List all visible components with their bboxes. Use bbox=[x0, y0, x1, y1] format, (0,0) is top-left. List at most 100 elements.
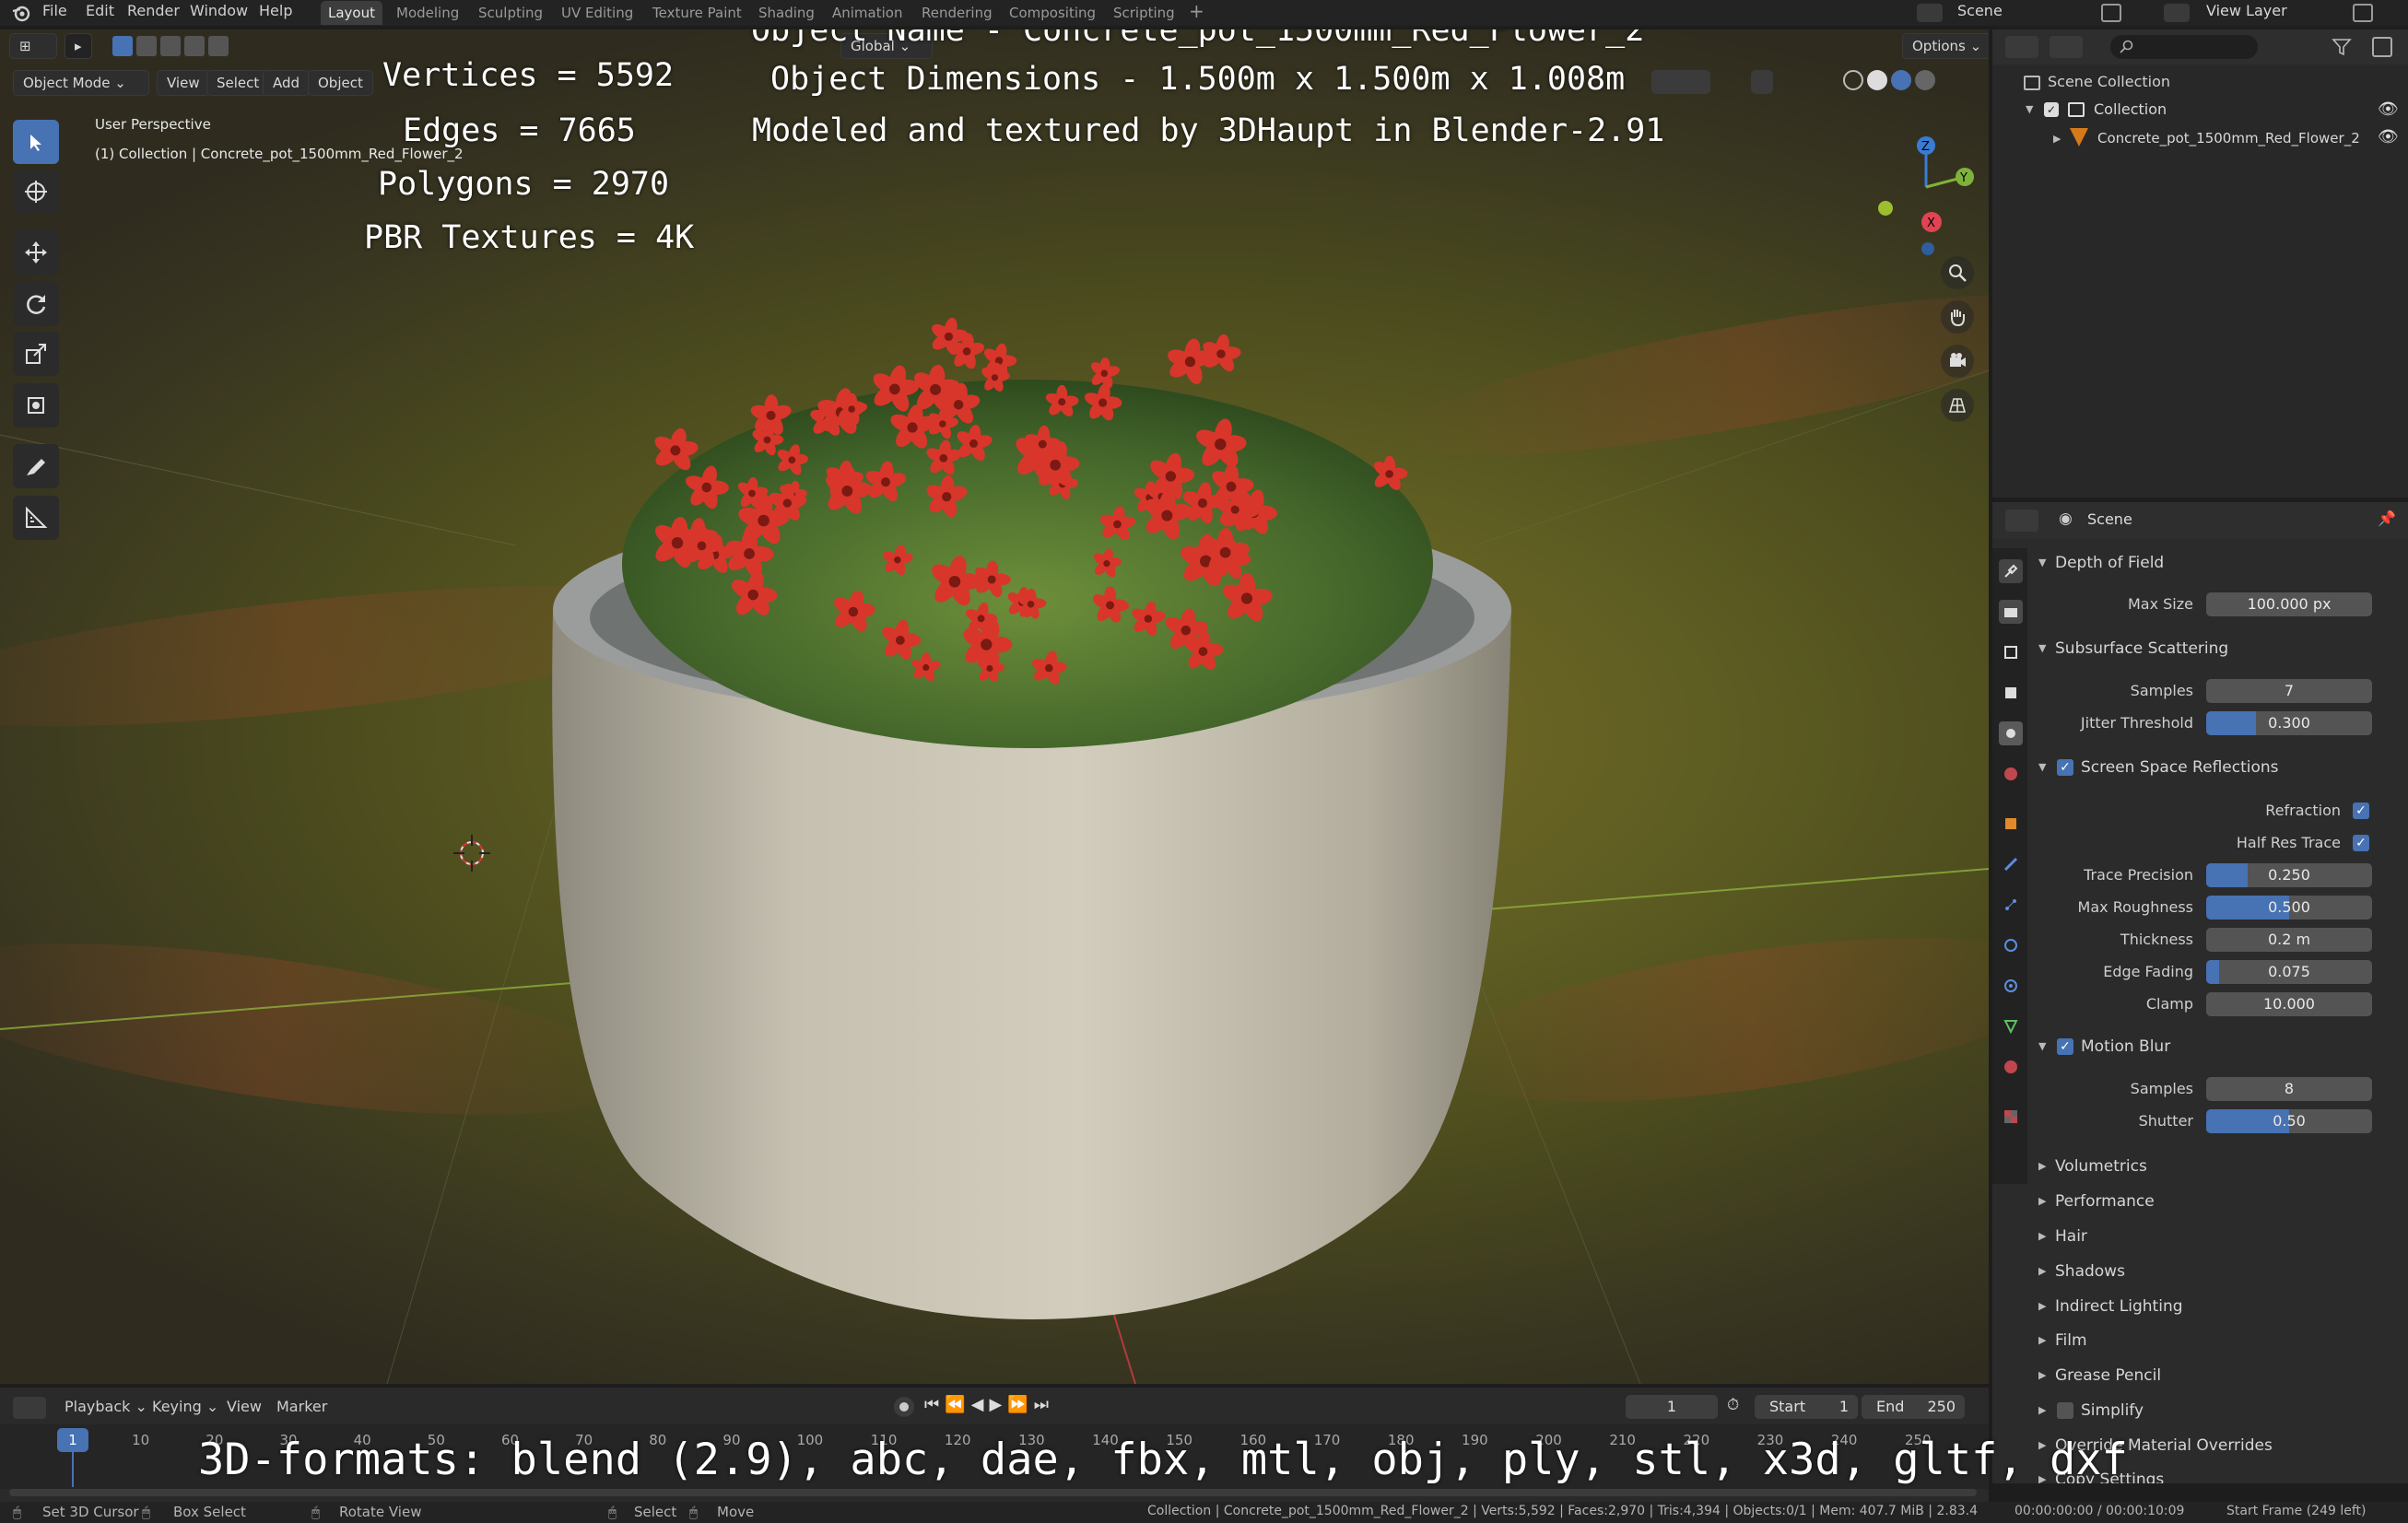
max-size-field[interactable]: 100.000 px bbox=[2206, 592, 2372, 616]
physics-tab-icon[interactable] bbox=[1999, 933, 2023, 957]
select-box-tool-icon[interactable] bbox=[13, 120, 59, 164]
section-screen-space-reflections[interactable]: ▼ ✓ Screen Space Reflections bbox=[2027, 751, 2408, 784]
edge-fading-slider[interactable]: 0.075 bbox=[2206, 960, 2372, 984]
tab-scripting[interactable]: Scripting bbox=[1106, 1, 1182, 25]
playback-controls[interactable]: ⏮⏪◀▶⏩⏭ bbox=[924, 1395, 1054, 1414]
stopwatch-icon[interactable]: ⏱ bbox=[1727, 1396, 1739, 1414]
section-hair[interactable]: ▶ Hair bbox=[2027, 1220, 2408, 1253]
filter-icon[interactable] bbox=[2332, 37, 2355, 57]
menu-view[interactable]: View bbox=[157, 70, 210, 96]
menu-object[interactable]: Object bbox=[308, 70, 373, 96]
view-layer-selector-icon[interactable] bbox=[2164, 4, 2190, 22]
shading-modes[interactable] bbox=[1843, 70, 1954, 94]
timeline-scrollbar[interactable] bbox=[9, 1489, 1977, 1496]
visibility-eye-icon[interactable]: 👁 bbox=[2378, 100, 2399, 119]
menu-help[interactable]: Help bbox=[259, 0, 292, 24]
outliner-search-input[interactable] bbox=[2110, 35, 2258, 59]
texture-tab-icon[interactable] bbox=[1999, 1105, 2023, 1129]
menu-marker[interactable]: Marker bbox=[276, 1398, 327, 1415]
cursor-tool-icon[interactable] bbox=[13, 170, 59, 214]
material-tab-icon[interactable] bbox=[1999, 1055, 2023, 1079]
timeline-editor-icon[interactable] bbox=[13, 1397, 46, 1419]
properties-editor-icon[interactable] bbox=[2005, 510, 2038, 532]
selection-modes[interactable] bbox=[112, 36, 229, 56]
view-layer-tab-icon[interactable] bbox=[1999, 681, 2023, 705]
tab-compositing[interactable]: Compositing bbox=[1002, 1, 1103, 25]
jitter-threshold-slider[interactable]: 0.300 bbox=[2206, 711, 2372, 735]
section-simplify[interactable]: ▶ Simplify bbox=[2027, 1394, 2408, 1427]
scene-selector-icon[interactable] bbox=[1917, 4, 1943, 22]
menu-add[interactable]: Add bbox=[263, 70, 311, 96]
tab-texture-paint[interactable]: Texture Paint bbox=[645, 1, 749, 25]
motion-blur-checkbox[interactable]: ✓ bbox=[2057, 1038, 2073, 1055]
measure-tool-icon[interactable] bbox=[13, 496, 59, 540]
editor-type-icon[interactable]: ⊞ bbox=[9, 33, 57, 59]
navigation-gizmo[interactable]: Z Y X bbox=[1862, 118, 1981, 256]
start-frame-field[interactable]: Start 1 bbox=[1755, 1395, 1858, 1419]
add-workspace-icon[interactable]: + bbox=[1189, 0, 1204, 24]
concrete-pot-model[interactable] bbox=[516, 260, 1539, 1329]
trace-precision-slider[interactable]: 0.250 bbox=[2206, 863, 2372, 887]
render-tab-icon[interactable] bbox=[1999, 600, 2023, 624]
menu-playback[interactable]: Playback ⌄ bbox=[65, 1398, 147, 1415]
3d-viewport[interactable]: ⊞ ▸ Object Mode ⌄ View Select Add Object… bbox=[0, 29, 1989, 1384]
gizmo-toggle-icon[interactable] bbox=[1651, 70, 1710, 94]
section-motion-blur[interactable]: ▼ ✓ Motion Blur bbox=[2027, 1030, 2408, 1063]
camera-view-icon[interactable] bbox=[1941, 345, 1974, 378]
scene-tab-icon[interactable] bbox=[1999, 721, 2023, 745]
max-roughness-slider[interactable]: 0.500 bbox=[2206, 896, 2372, 920]
pan-hand-icon[interactable] bbox=[1941, 300, 1974, 334]
thickness-field[interactable]: 0.2 m bbox=[2206, 928, 2372, 952]
tab-shading[interactable]: Shading bbox=[751, 1, 822, 25]
clamp-field[interactable]: 10.000 bbox=[2206, 992, 2372, 1016]
zoom-icon[interactable] bbox=[1941, 256, 1974, 289]
simplify-checkbox[interactable] bbox=[2057, 1402, 2073, 1419]
ssr-enable-checkbox[interactable]: ✓ bbox=[2057, 759, 2073, 776]
shutter-slider[interactable]: 0.50 bbox=[2206, 1109, 2372, 1133]
visibility-eye-icon[interactable]: 👁 bbox=[2378, 127, 2399, 146]
expand-arrow-icon[interactable]: ▶ bbox=[2053, 133, 2061, 145]
menu-timeline-view[interactable]: View bbox=[227, 1398, 262, 1415]
collection-checkbox[interactable]: ✓ bbox=[2044, 102, 2059, 117]
select-mode-icon[interactable]: ▸ bbox=[65, 33, 92, 59]
menu-file[interactable]: File bbox=[42, 0, 67, 24]
new-scene-icon[interactable] bbox=[2101, 4, 2121, 22]
current-frame-field[interactable]: 1 bbox=[1626, 1395, 1718, 1419]
rotate-tool-icon[interactable] bbox=[13, 282, 59, 326]
tab-modeling[interactable]: Modeling bbox=[389, 1, 466, 25]
filter-mode-icon[interactable] bbox=[2050, 36, 2083, 58]
record-icon[interactable] bbox=[894, 1397, 914, 1417]
section-film[interactable]: ▶ Film bbox=[2027, 1324, 2408, 1357]
mb-samples-field[interactable]: 8 bbox=[2206, 1077, 2372, 1101]
move-tool-icon[interactable] bbox=[13, 230, 59, 275]
scale-tool-icon[interactable] bbox=[13, 332, 59, 376]
menu-keying[interactable]: Keying ⌄ bbox=[152, 1398, 218, 1415]
tool-tab-icon[interactable] bbox=[1999, 559, 2023, 583]
particles-tab-icon[interactable] bbox=[1999, 893, 2023, 917]
transform-tool-icon[interactable] bbox=[13, 383, 59, 428]
3d-cursor-icon[interactable] bbox=[452, 833, 492, 873]
view-layer-name[interactable]: View Layer bbox=[2206, 0, 2287, 24]
modifier-tab-icon[interactable] bbox=[1999, 852, 2023, 876]
new-collection-icon[interactable] bbox=[2372, 37, 2392, 57]
section-indirect-lighting[interactable]: ▶ Indirect Lighting bbox=[2027, 1290, 2408, 1323]
tab-uv-editing[interactable]: UV Editing bbox=[554, 1, 640, 25]
playhead-frame-label[interactable]: 1 bbox=[57, 1428, 88, 1452]
output-tab-icon[interactable] bbox=[1999, 640, 2023, 664]
section-subsurface-scattering[interactable]: ▼ Subsurface Scattering bbox=[2027, 632, 2408, 665]
pin-icon[interactable]: 📌 bbox=[2378, 510, 2396, 527]
menu-edit[interactable]: Edit bbox=[86, 0, 114, 24]
outliner-scene-collection[interactable]: Scene Collection bbox=[2048, 73, 2170, 90]
scene-name[interactable]: Scene bbox=[1957, 0, 2003, 24]
refraction-checkbox[interactable]: ✓ bbox=[2353, 803, 2369, 819]
menu-window[interactable]: Window bbox=[190, 0, 248, 24]
tab-layout[interactable]: Layout bbox=[321, 1, 382, 25]
menu-select[interactable]: Select bbox=[206, 70, 270, 96]
outliner-object[interactable]: Concrete_pot_1500mm_Red_Flower_2 bbox=[2097, 130, 2360, 146]
half-res-trace-checkbox[interactable]: ✓ bbox=[2353, 835, 2369, 851]
perspective-toggle-icon[interactable] bbox=[1941, 389, 1974, 422]
section-grease-pencil[interactable]: ▶ Grease Pencil bbox=[2027, 1359, 2408, 1392]
data-tab-icon[interactable] bbox=[1999, 1014, 2023, 1038]
annotate-tool-icon[interactable] bbox=[13, 444, 59, 488]
options-dropdown[interactable]: Options ⌄ bbox=[1902, 33, 1989, 59]
